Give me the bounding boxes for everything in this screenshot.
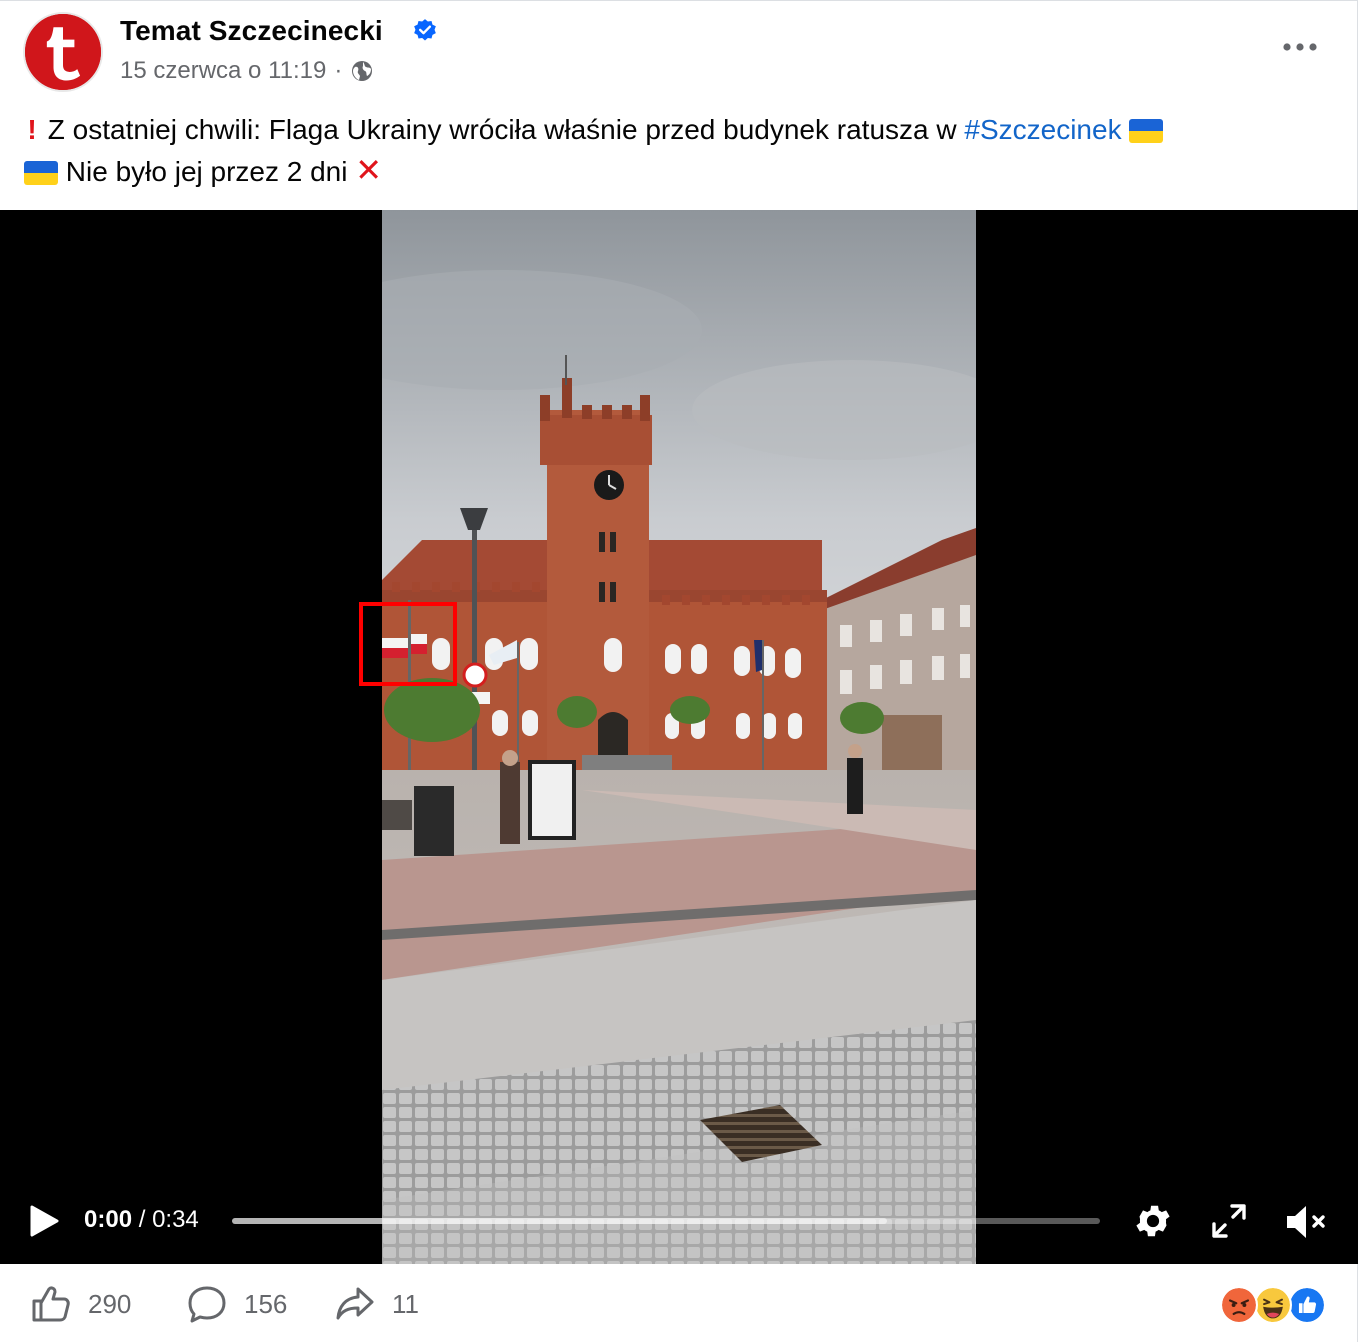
video-frame[interactable]: [382, 210, 976, 1264]
share-button[interactable]: 11: [334, 1284, 419, 1324]
verified-badge-icon: [414, 19, 436, 41]
globe-icon[interactable]: [350, 59, 374, 83]
post-meta: 15 czerwca o 11:19 ·: [120, 57, 374, 85]
reaction-summary[interactable]: [1220, 1286, 1336, 1324]
post-timestamp[interactable]: 15 czerwca o 11:19: [120, 57, 326, 85]
comment-bubble-icon: [188, 1286, 226, 1323]
current-time: 0:00: [84, 1206, 133, 1233]
speaker-muted-icon[interactable]: [1284, 1202, 1328, 1242]
video-progress-bar[interactable]: [232, 1218, 1100, 1224]
expand-icon[interactable]: [1210, 1202, 1248, 1240]
video-time: 0:00 / 0:34: [84, 1206, 199, 1234]
post-actions: 290 156 11: [0, 1264, 1358, 1342]
meta-separator: ·: [334, 57, 343, 84]
comment-button[interactable]: 156: [186, 1284, 287, 1324]
haha-reaction-icon: [1254, 1286, 1292, 1324]
thumbs-up-icon: [32, 1286, 70, 1322]
video-player[interactable]: 0:00 / 0:34: [0, 210, 1358, 1264]
caption-text-part1: Z ostatniej chwili: Flaga Ukrainy wrócił…: [47, 114, 965, 145]
caption-text-part2: Nie było jej przez 2 dni: [58, 156, 356, 187]
time-separator: /: [138, 1206, 146, 1233]
like-button[interactable]: 290: [30, 1284, 131, 1324]
angry-reaction-icon: [1220, 1286, 1258, 1324]
like-reaction-icon: [1288, 1286, 1326, 1324]
exclamation-emoji-icon: !: [27, 114, 37, 145]
gear-icon[interactable]: [1132, 1200, 1174, 1242]
flag-highlight-box: [359, 602, 457, 686]
cross-mark-emoji-icon: ✕: [355, 152, 383, 188]
post-caption: ! Z ostatniej chwili: Flaga Ukrainy wróc…: [24, 109, 1324, 192]
duration: 0:34: [152, 1206, 199, 1233]
play-icon[interactable]: [28, 1204, 60, 1238]
ukraine-flag-icon: [24, 161, 58, 185]
buffered-range: [232, 1218, 888, 1224]
hashtag-link[interactable]: #Szczecinek: [964, 114, 1121, 145]
video-controls: 0:00 / 0:34: [0, 1190, 1358, 1250]
like-count: 290: [88, 1288, 132, 1319]
video-still-image: [382, 210, 976, 1264]
avatar-logo: [25, 14, 101, 90]
page-avatar[interactable]: [23, 12, 103, 92]
ukraine-flag-icon: [1129, 119, 1164, 143]
comment-count: 156: [244, 1288, 288, 1319]
facebook-post: Temat Szczecinecki 15 czerwca o 11:19 · …: [0, 0, 1358, 1342]
more-options-icon[interactable]: [1278, 31, 1322, 63]
share-count: 11: [392, 1288, 419, 1319]
page-name[interactable]: Temat Szczecinecki: [120, 15, 383, 47]
share-arrow-icon: [336, 1287, 374, 1320]
